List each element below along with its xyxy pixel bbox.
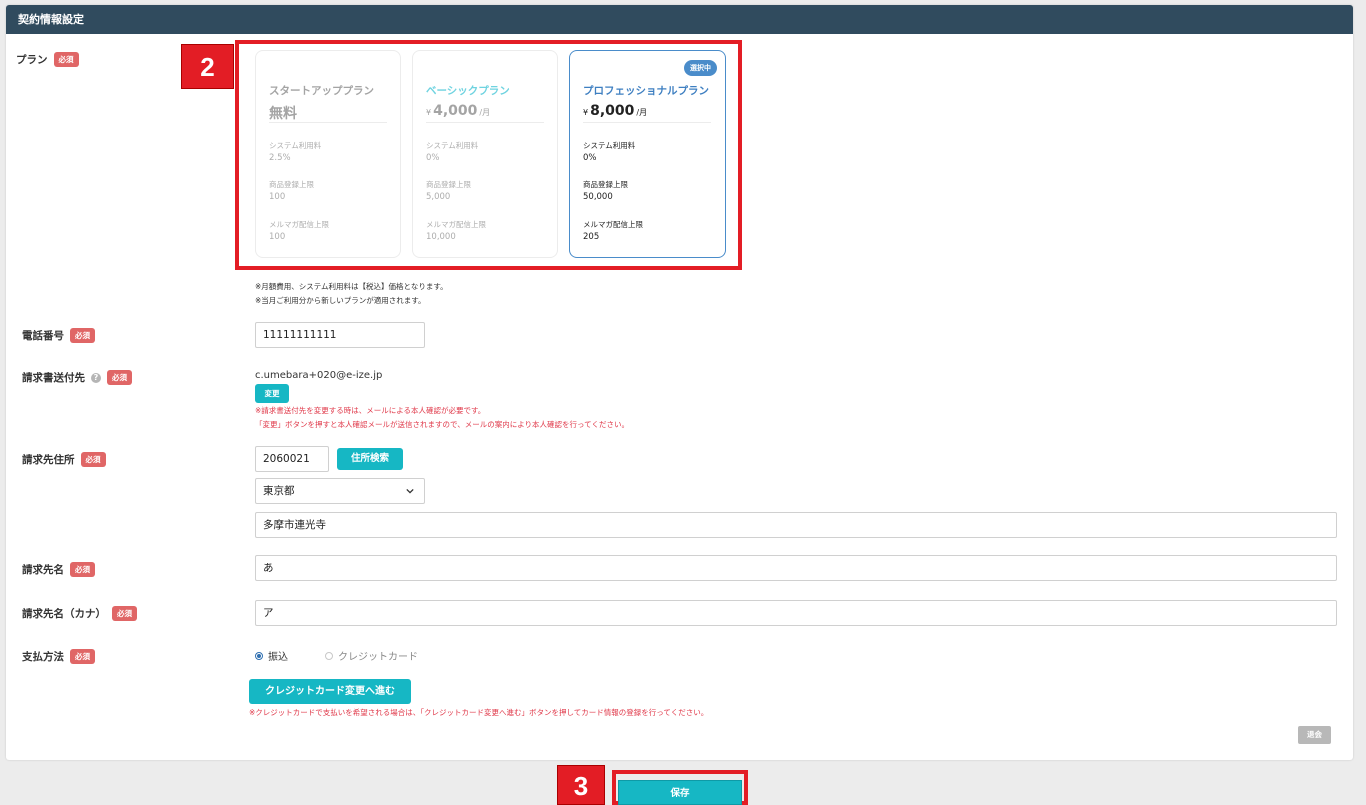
price-period: /月: [479, 108, 491, 117]
plan-price: ¥4,000/月: [426, 103, 544, 123]
plan-note-tax: ※月額費用、システム利用料は【税込】価格となります。: [255, 282, 448, 291]
plan-price: ¥8,000/月: [583, 103, 711, 123]
credit-card-note: ※クレジットカードで支払いを希望される場合は、「クレジットカード変更へ進む」ボタ…: [249, 708, 709, 717]
credit-card-change-button[interactable]: クレジットカード変更へ進む: [249, 679, 411, 704]
currency-symbol: ¥: [426, 108, 432, 117]
plan-attr-label: システム利用料: [426, 141, 479, 150]
plan-label-row: プラン 必須: [16, 52, 79, 67]
required-badge: 必須: [112, 606, 137, 621]
panel-title: 契約情報設定: [6, 5, 1353, 34]
invoice-email-label: 請求書送付先: [22, 372, 85, 384]
plan-attr-label: メルマガ配信上限: [426, 220, 486, 229]
postal-code-input[interactable]: 2060021: [255, 446, 329, 472]
payment-option-label: クレジットカード: [338, 652, 418, 663]
required-badge: 必須: [53, 52, 79, 67]
plan-attr-label: システム利用料: [269, 141, 322, 150]
payment-method-label: 支払方法: [22, 651, 64, 663]
save-button[interactable]: 保存: [618, 780, 742, 805]
plan-attr-value: 2.5%: [269, 153, 291, 163]
plan-card-professional[interactable]: 選択中 プロフェッショナルプラン ¥8,000/月 システム利用料 0% 商品登…: [569, 50, 726, 258]
phone-label-row: 電話番号 必須: [22, 328, 95, 343]
plan-attr-label: 商品登録上限: [269, 180, 314, 189]
plan-attr-value: 0%: [426, 153, 440, 163]
required-badge: 必須: [70, 562, 95, 577]
city-input[interactable]: 多摩市連光寺: [255, 512, 1337, 538]
plan-name: プロフェッショナルプラン: [583, 85, 709, 97]
invoice-email-value: c.umebara+020@e-ize.jp: [255, 370, 383, 381]
chevron-down-icon: [406, 488, 414, 494]
plan-price-value: 無料: [269, 106, 297, 122]
plan-attr-label: メルマガ配信上限: [583, 220, 643, 229]
withdraw-button[interactable]: 退会: [1298, 726, 1331, 744]
plan-price-value: 4,000: [433, 103, 478, 119]
payment-option-label: 振込: [268, 652, 288, 663]
plan-name: スタートアッププラン: [269, 85, 374, 97]
plan-card-startup[interactable]: スタートアッププラン 無料 システム利用料 2.5% 商品登録上限 100 メル…: [255, 50, 401, 258]
required-badge: 必須: [107, 370, 132, 385]
prefecture-value: 東京都: [263, 485, 295, 497]
billing-name-kana-label-row: 請求先名（カナ） 必須: [22, 606, 137, 621]
plan-attr-label: システム利用料: [583, 141, 636, 150]
help-icon[interactable]: ?: [91, 372, 101, 383]
billing-name-kana-label: 請求先名（カナ）: [22, 608, 106, 620]
step-2-marker: 2: [181, 44, 234, 89]
plan-name: ベーシックプラン: [426, 85, 510, 97]
billing-name-label: 請求先名: [22, 564, 64, 576]
price-period: /月: [636, 108, 648, 117]
plan-attr-value: 50,000: [583, 192, 613, 202]
change-email-button[interactable]: 変更: [255, 384, 289, 403]
invoice-note-1: ※請求書送付先を変更する時は、メールによる本人確認が必要です。: [255, 406, 486, 415]
billing-address-label-row: 請求先住所 必須: [22, 452, 106, 467]
payment-method-label-row: 支払方法 必須: [22, 649, 95, 664]
plan-attr-value: 100: [269, 192, 286, 202]
plan-attr-value: 100: [269, 232, 286, 242]
plan-attr-label: 商品登録上限: [583, 180, 628, 189]
billing-address-label: 請求先住所: [22, 454, 75, 466]
billing-name-input[interactable]: あ: [255, 555, 1337, 581]
plan-label: プラン: [16, 54, 48, 66]
phone-label: 電話番号: [22, 330, 64, 342]
plan-attr-value: 0%: [583, 153, 597, 163]
invoice-email-label-row: 請求書送付先 ? 必須: [22, 370, 132, 385]
plan-card-basic[interactable]: ベーシックプラン ¥4,000/月 システム利用料 0% 商品登録上限 5,00…: [412, 50, 558, 258]
plan-attr-value: 205: [583, 232, 600, 242]
plan-price-value: 8,000: [590, 103, 635, 119]
billing-name-kana-input[interactable]: ア: [255, 600, 1337, 626]
required-badge: 必須: [70, 649, 95, 664]
plan-attr-value: 5,000: [426, 192, 451, 202]
plan-attr-label: 商品登録上限: [426, 180, 471, 189]
plan-price: 無料: [269, 103, 387, 123]
step-3-marker: 3: [557, 765, 605, 805]
phone-input[interactable]: 11111111111: [255, 322, 425, 348]
required-badge: 必須: [70, 328, 95, 343]
billing-name-label-row: 請求先名 必須: [22, 562, 95, 577]
selected-badge: 選択中: [684, 60, 717, 76]
radio-unselected-icon[interactable]: [325, 651, 333, 660]
payment-option-credit-card[interactable]: クレジットカード: [325, 648, 418, 663]
plan-attr-value: 10,000: [426, 232, 456, 242]
currency-symbol: ¥: [583, 108, 589, 117]
plan-attr-label: メルマガ配信上限: [269, 220, 329, 229]
prefecture-select[interactable]: 東京都: [255, 478, 425, 504]
payment-option-transfer[interactable]: 振込: [255, 648, 288, 663]
required-badge: 必須: [80, 452, 106, 467]
radio-selected-icon[interactable]: [255, 651, 263, 660]
invoice-note-2: 「変更」ボタンを押すと本人確認メールが送信されますので、メールの案内により本人確…: [255, 420, 629, 429]
plan-note-apply: ※当月ご利用分から新しいプランが適用されます。: [255, 296, 426, 305]
address-search-button[interactable]: 住所検索: [337, 448, 403, 470]
